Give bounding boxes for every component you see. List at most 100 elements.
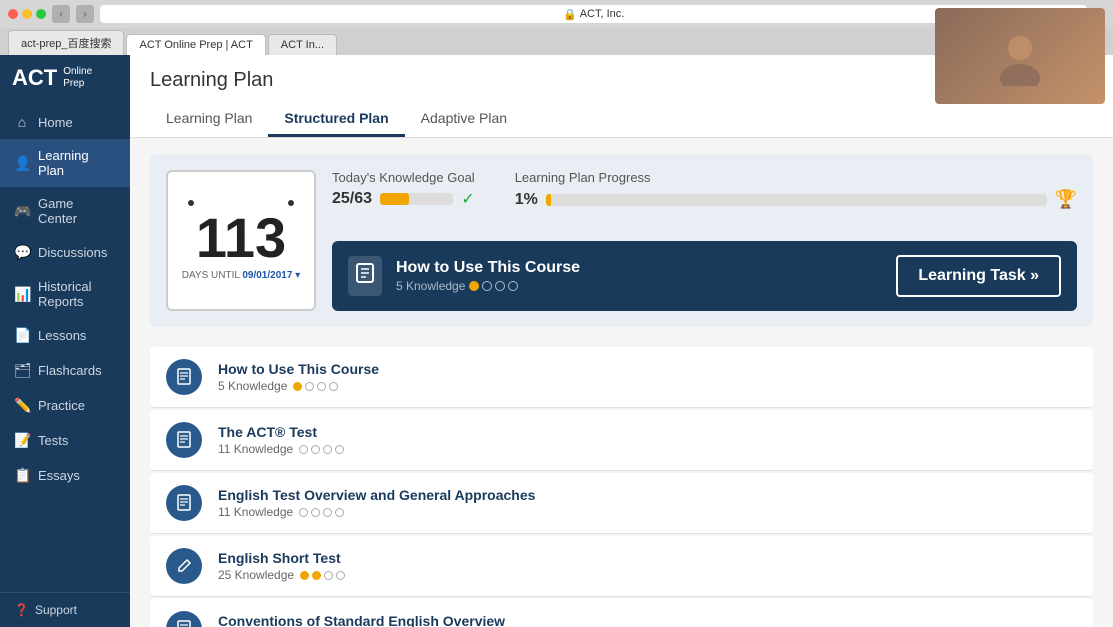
close-dot[interactable]: [8, 9, 18, 19]
course-icon: [166, 611, 202, 627]
content-area: 113 DAYS UNTIL 09/01/2017 ▾ Today's Know…: [130, 138, 1113, 627]
meta-circle: [329, 382, 338, 391]
url-text: ACT, Inc.: [580, 8, 625, 20]
course-item: The ACT® Test 11 Knowledge: [150, 410, 1093, 471]
logo-act: ACT: [12, 65, 57, 91]
lp-label: Learning Plan Progress: [515, 170, 1077, 185]
meta-circles: [299, 445, 344, 454]
support-label: Support: [35, 603, 77, 617]
course-icon: [166, 548, 202, 584]
minimize-dot[interactable]: [22, 9, 32, 19]
meta-circles: [299, 508, 344, 517]
sidebar-item-discussions[interactable]: 💬 Discussions: [0, 235, 130, 270]
course-name: Conventions of Standard English Overview: [218, 613, 1077, 627]
days-dropdown-icon[interactable]: ▾: [295, 270, 300, 281]
tab-bar: Learning Plan Structured Plan Adaptive P…: [150, 102, 1093, 137]
historical-reports-icon: 📊: [14, 286, 30, 303]
dot-right: [288, 200, 294, 206]
knowledge-goal-bar: [380, 193, 453, 205]
sidebar-item-label: Essays: [38, 468, 80, 483]
course-item: Conventions of Standard English Overview…: [150, 599, 1093, 627]
meta-circle: [311, 508, 320, 517]
sidebar-item-essays[interactable]: 📋 Essays: [0, 458, 130, 493]
course-meta: 25 Knowledge: [218, 568, 1077, 582]
lp-bar: [546, 194, 1047, 206]
course-item: English Test Overview and General Approa…: [150, 473, 1093, 534]
forward-button[interactable]: ›: [76, 5, 94, 23]
sidebar-item-label: Lessons: [38, 328, 86, 343]
learning-task-button[interactable]: Learning Task »: [896, 255, 1061, 297]
logo-text: Online Prep: [63, 66, 92, 90]
meta-circles: [300, 571, 345, 580]
essays-icon: 📋: [14, 467, 30, 484]
course-meta: 11 Knowledge: [218, 442, 1077, 456]
maximize-dot[interactable]: [36, 9, 46, 19]
sidebar-item-tests[interactable]: 📝 Tests: [0, 423, 130, 458]
course-name: English Test Overview and General Approa…: [218, 487, 1077, 503]
meta-circle: [324, 571, 333, 580]
tab-structured-plan[interactable]: Structured Plan: [268, 102, 404, 137]
task-title: How to Use This Course: [396, 259, 882, 277]
course-info: English Test Overview and General Approa…: [218, 487, 1077, 519]
sidebar-item-historical-reports[interactable]: 📊 Historical Reports: [0, 270, 130, 318]
task-sub: 5 Knowledge: [396, 279, 882, 293]
sidebar-item-game-center[interactable]: 🎮 Game Center: [0, 187, 130, 235]
days-number: 113: [196, 210, 286, 266]
task-circle-4: [508, 281, 518, 291]
knowledge-goal: Today's Knowledge Goal 25/63 ✓: [332, 170, 475, 209]
days-counter: 113 DAYS UNTIL 09/01/2017 ▾: [166, 170, 316, 311]
sidebar-item-flashcards[interactable]: 🗂 Flashcards: [0, 353, 130, 388]
sidebar-item-label: Game Center: [38, 196, 116, 226]
learning-plan-icon: 👤: [14, 155, 30, 172]
course-list: How to Use This Course 5 Knowledge: [150, 347, 1093, 627]
sidebar-footer[interactable]: ❓ Support: [0, 592, 130, 627]
tab-learning-plan[interactable]: Learning Plan: [150, 102, 268, 137]
course-icon: [166, 485, 202, 521]
course-item: English Short Test 25 Knowledge: [150, 536, 1093, 597]
game-center-icon: 🎮: [14, 203, 30, 220]
practice-icon: ✏️: [14, 397, 30, 414]
knowledge-goal-value: 25/63: [332, 190, 372, 208]
sidebar-item-label: Historical Reports: [38, 279, 116, 309]
discussions-icon: 💬: [14, 244, 30, 261]
logo: ACT Online Prep: [0, 55, 130, 101]
course-info: How to Use This Course 5 Knowledge: [218, 361, 1077, 393]
task-circle-3: [495, 281, 505, 291]
flashcards-icon: 🗂: [14, 362, 30, 379]
course-icon: [166, 422, 202, 458]
sidebar-item-label: Flashcards: [38, 363, 102, 378]
sidebar-item-lessons[interactable]: 📄 Lessons: [0, 318, 130, 353]
home-icon: ⌂: [14, 114, 30, 130]
meta-circle: [312, 571, 321, 580]
tab-adaptive-plan[interactable]: Adaptive Plan: [405, 102, 523, 137]
sidebar-item-label: Practice: [38, 398, 85, 413]
back-button[interactable]: ‹: [52, 5, 70, 23]
main-content: Learning Plan Learning Plan Structured P…: [130, 55, 1113, 627]
sidebar-item-learning-plan[interactable]: 👤 Learning Plan: [0, 139, 130, 187]
course-name: The ACT® Test: [218, 424, 1077, 440]
meta-circle: [335, 445, 344, 454]
task-info: How to Use This Course 5 Knowledge: [396, 259, 882, 293]
meta-circle: [305, 382, 314, 391]
task-banner: How to Use This Course 5 Knowledge: [332, 241, 1077, 311]
browser-tab-2[interactable]: ACT Online Prep | ACT: [126, 34, 265, 55]
sidebar: ACT Online Prep ⌂ Home 👤 Learning Plan 🎮…: [0, 55, 130, 627]
sidebar-item-practice[interactable]: ✏️ Practice: [0, 388, 130, 423]
course-name: How to Use This Course: [218, 361, 1077, 377]
browser-tab-1[interactable]: act-prep_百度搜索: [8, 30, 124, 55]
meta-circle: [299, 508, 308, 517]
meta-circle: [323, 445, 332, 454]
meta-circle: [293, 382, 302, 391]
sidebar-nav: ⌂ Home 👤 Learning Plan 🎮 Game Center 💬 D…: [0, 101, 130, 592]
meta-circle: [323, 508, 332, 517]
course-meta: 5 Knowledge: [218, 379, 1077, 393]
course-meta: 11 Knowledge: [218, 505, 1077, 519]
meta-circle: [299, 445, 308, 454]
course-info: English Short Test 25 Knowledge: [218, 550, 1077, 582]
browser-tab-3[interactable]: ACT In...: [268, 34, 337, 55]
days-label: DAYS UNTIL 09/01/2017 ▾: [182, 270, 300, 281]
course-info: The ACT® Test 11 Knowledge: [218, 424, 1077, 456]
sidebar-item-home[interactable]: ⌂ Home: [0, 105, 130, 139]
meta-circle: [311, 445, 320, 454]
lock-icon: 🔒: [563, 8, 577, 21]
